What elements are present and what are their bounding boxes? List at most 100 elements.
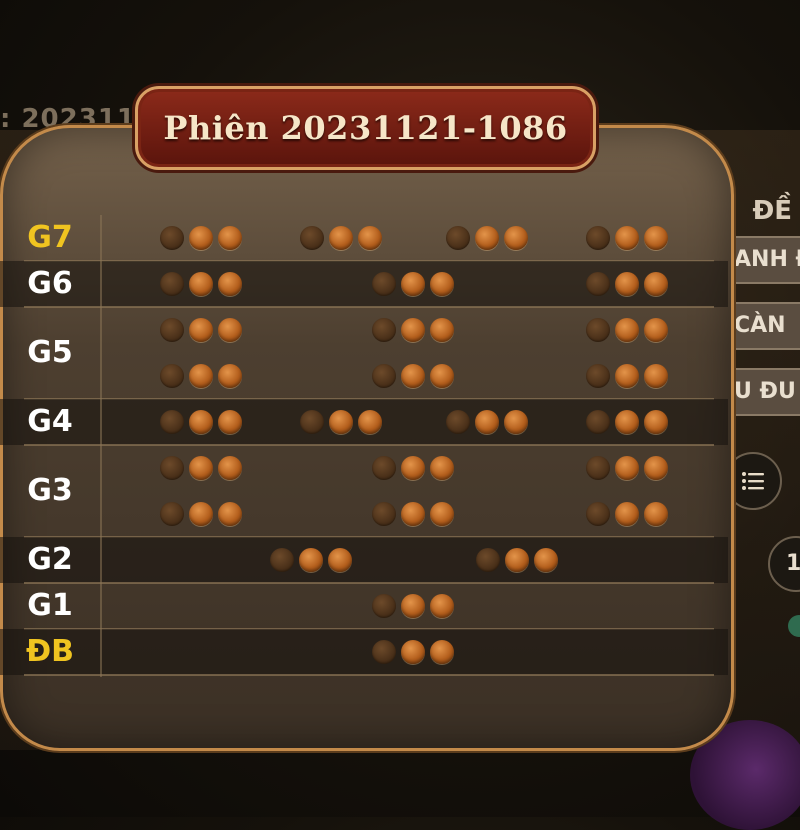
ball-icon [401,640,425,664]
ball-icon [430,364,454,388]
hidden-number-slot [372,500,456,528]
ball-icon [644,272,668,296]
ball-icon [430,594,454,618]
ball-icon [401,364,425,388]
side-tab-1[interactable]: ANH Đ [728,236,800,284]
ball-icon [615,502,639,526]
ball-icon [401,594,425,618]
prize-label: G2 [27,542,73,577]
side-tab-3[interactable]: U ĐU [728,368,800,416]
ball-icon [430,640,454,664]
hidden-number-slot [160,270,244,298]
ball-icon [615,410,639,434]
ball-icon [615,272,639,296]
ball-icon [358,410,382,434]
prize-label: G4 [27,404,73,439]
ball-icon [189,272,213,296]
dim-ball-icon [372,318,396,342]
hidden-number-slot [446,408,530,436]
ball-icon [299,548,323,572]
hidden-number-slot [372,638,456,666]
dim-ball-icon [372,364,396,388]
session-title: Phiên 20231121-1086 [163,109,568,147]
dim-ball-icon [372,594,396,618]
dim-ball-icon [446,226,470,250]
prize-label: G7 [27,220,73,255]
dim-ball-icon [160,226,184,250]
side-tab-2[interactable]: CÀN [728,302,800,350]
dim-ball-icon [372,272,396,296]
ball-icon [358,226,382,250]
ball-icon [218,272,242,296]
hidden-number-slot [160,408,244,436]
ball-icon [189,410,213,434]
ball-icon [615,364,639,388]
ball-icon [329,226,353,250]
hidden-number-slot [446,224,530,252]
prize-row-g1 [0,583,728,629]
hidden-number-slot [372,592,456,620]
ball-icon [401,318,425,342]
ball-icon [430,456,454,480]
ball-icon [475,226,499,250]
dim-ball-icon [586,318,610,342]
dim-ball-icon [446,410,470,434]
hidden-number-slot [372,362,456,390]
dim-ball-icon [586,272,610,296]
dim-ball-icon [160,502,184,526]
hidden-number-slot [160,224,244,252]
list-icon [741,471,765,491]
ball-icon [218,456,242,480]
hidden-number-slot [160,316,244,344]
ball-icon [475,410,499,434]
ball-icon [328,548,352,572]
ball-icon [401,456,425,480]
dim-ball-icon [586,364,610,388]
prize-row-đb [0,629,728,675]
dim-ball-icon [160,272,184,296]
hidden-number-slot [586,224,670,252]
hidden-number-slot [300,224,384,252]
dim-ball-icon [586,502,610,526]
ball-icon [615,318,639,342]
hidden-number-slot [270,546,354,574]
hidden-number-slot [300,408,384,436]
dim-ball-icon [476,548,500,572]
row-divider [24,674,714,676]
dim-ball-icon [586,226,610,250]
ball-icon [218,410,242,434]
dim-ball-icon [372,640,396,664]
hidden-number-slot [586,500,670,528]
ball-icon [189,226,213,250]
dim-ball-icon [586,410,610,434]
ball-icon [189,456,213,480]
prize-label: G3 [27,473,73,508]
ball-icon [401,502,425,526]
hidden-number-slot [160,362,244,390]
ball-icon [329,410,353,434]
hidden-number-slot [160,454,244,482]
hidden-number-slot [586,362,670,390]
dim-ball-icon [586,456,610,480]
hidden-number-slot [586,408,670,436]
ball-icon [504,410,528,434]
ball-icon [218,226,242,250]
hidden-number-slot [586,454,670,482]
prize-label: ĐB [25,634,74,669]
ball-icon [615,456,639,480]
ball-icon [218,502,242,526]
dim-ball-icon [160,364,184,388]
ball-icon [505,548,529,572]
ball-icon [644,410,668,434]
hidden-number-slot [372,270,456,298]
prize-label: G1 [27,588,73,623]
ball-icon [615,226,639,250]
ball-icon [218,318,242,342]
dim-ball-icon [160,456,184,480]
dim-ball-icon [300,410,324,434]
dim-ball-icon [270,548,294,572]
ball-icon [644,502,668,526]
ball-icon [189,502,213,526]
prize-label: G6 [27,266,73,301]
ball-icon [430,318,454,342]
